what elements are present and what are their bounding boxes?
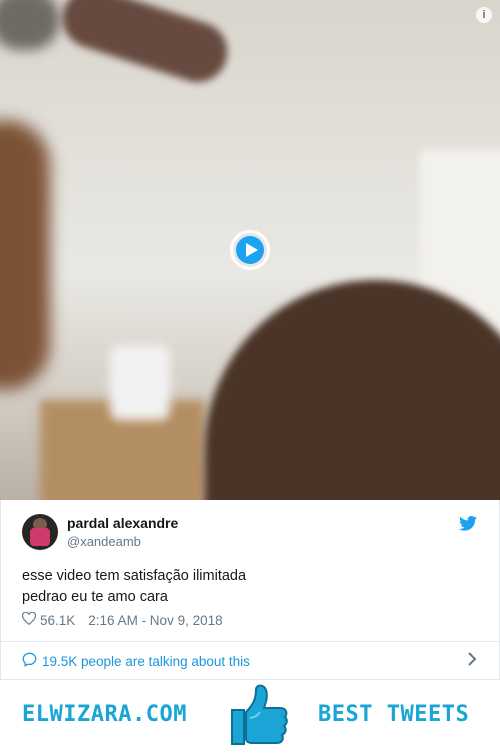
author-name[interactable]: pardal alexandre [67,515,178,531]
video-frame-object-white [110,345,170,420]
conversation-text: 19.5K people are talking about this [42,653,250,669]
tweet-card: pardal alexandre @xandeamb esse video te… [0,500,500,680]
avatar[interactable] [22,514,58,550]
info-icon[interactable]: i [476,7,492,23]
video-frame-ceiling-fan [54,0,236,90]
tweet-text-line: esse video tem satisfação ilimitada [22,568,247,584]
site-name[interactable]: ELWIZARA.COM [22,702,187,727]
play-button[interactable] [230,230,270,270]
chat-bubble-icon [22,652,37,670]
play-icon [236,236,264,264]
conversation-link[interactable]: 19.5K people are talking about this [22,652,250,670]
banner-tagline: BEST TWEETS [318,702,470,727]
tweet-meta: 56.1K 2:16 AM - Nov 9, 2018 [21,611,223,628]
heart-icon[interactable] [21,611,37,628]
video-frame-person-hair [205,280,500,500]
footer-banner: ELWIZARA.COM BEST TWEETS [0,680,500,752]
video-player[interactable]: i [0,0,500,500]
tweet-text-line: pedrao eu te amo cara [22,589,168,605]
video-frame-object [0,0,60,50]
tweet-text: esse video tem satisfação ilimitada pedr… [22,566,246,608]
author-handle[interactable]: @xandeamb [67,534,141,549]
twitter-bird-icon[interactable] [459,515,477,536]
video-frame-person-left [0,120,50,390]
chevron-right-icon[interactable] [468,652,477,671]
divider [1,641,499,642]
thumbs-up-icon [226,682,290,753]
like-count[interactable]: 56.1K [40,613,75,628]
tweet-timestamp[interactable]: 2:16 AM - Nov 9, 2018 [88,613,222,628]
